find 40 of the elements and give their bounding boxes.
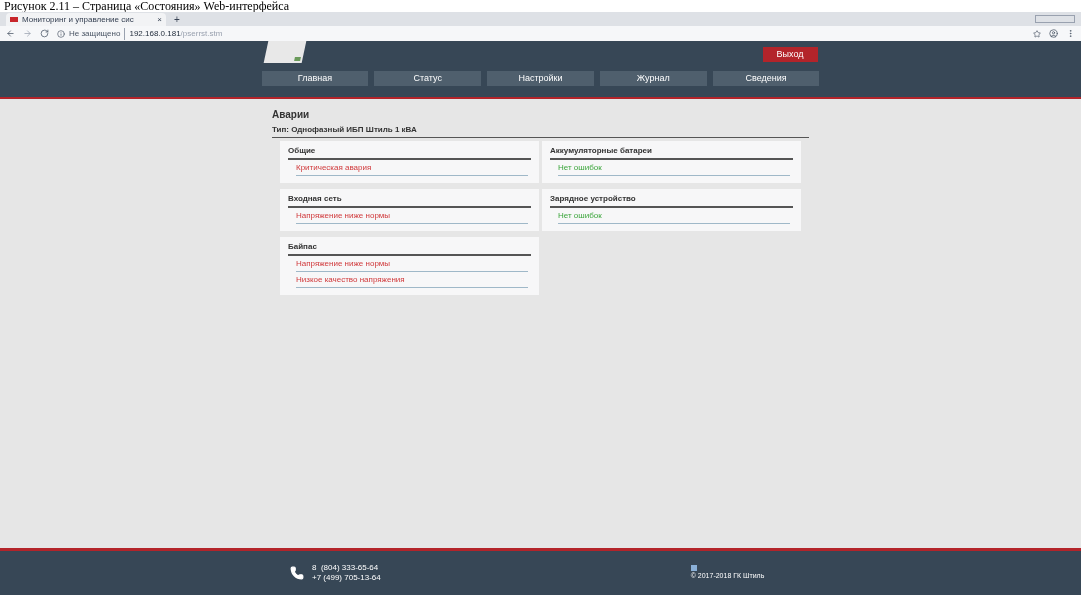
forward-icon[interactable]: [23, 29, 32, 38]
menu-icon[interactable]: [1066, 29, 1075, 38]
status-message: Напряжение ниже нормы: [296, 256, 528, 272]
phone-number: +7 (499) 705-13-64: [312, 573, 381, 583]
figure-caption: Рисунок 2.11 – Страница «Состояния» Web-интерфейса: [3, 0, 290, 12]
nav-tab[interactable]: Статус: [374, 71, 482, 86]
nav-tab[interactable]: Сведения: [712, 71, 820, 86]
status-message: Низкое качество напряжения: [296, 272, 528, 288]
group-title: Байпас: [288, 241, 531, 256]
security-label: Не защищено: [69, 27, 126, 40]
bookmark-star-icon[interactable]: [1033, 29, 1041, 38]
url-text: 192.168.0.181/pserrst.stm: [129, 27, 223, 40]
status-message: Критическая авария: [296, 160, 528, 176]
browser-tab[interactable]: Мониторинг и управление сис ×: [6, 13, 166, 26]
nav-tab[interactable]: Журнал: [599, 71, 707, 86]
tab-close-button[interactable]: ×: [157, 13, 162, 26]
reload-icon[interactable]: [40, 29, 49, 38]
group-title: Входная сеть: [288, 193, 531, 208]
logout-button[interactable]: Выход: [762, 47, 818, 62]
nav-tab[interactable]: Главная: [261, 71, 369, 86]
profile-icon[interactable]: [1049, 29, 1058, 38]
group-title: Аккумуляторные батареи: [550, 145, 793, 160]
logo-drawing: [263, 41, 306, 63]
nav-tab[interactable]: Настройки: [487, 71, 594, 86]
page-subtitle: Тип: Однофазный ИБП Штиль 1 кВА: [272, 124, 809, 138]
back-icon[interactable]: [6, 29, 15, 38]
tab-title: Мониторинг и управление сис: [22, 13, 135, 26]
tab-logo-icon: [10, 17, 18, 22]
status-message: Напряжение ниже нормы: [296, 208, 528, 224]
group-title: Общие: [288, 145, 531, 160]
phone-icon: [290, 566, 304, 580]
broken-image-icon: [690, 564, 697, 571]
new-tab-button[interactable]: +: [174, 14, 180, 26]
info-icon: [57, 29, 65, 38]
phone-number: 8 (804) 333-65-64: [312, 563, 380, 573]
status-message: Нет ошибок: [558, 160, 790, 176]
page-title: Аварии: [272, 108, 311, 122]
status-message: Нет ошибок: [558, 208, 790, 224]
address-bar[interactable]: Не защищено 192.168.0.181/pserrst.stm: [57, 27, 223, 40]
group-title: Зарядное устройство: [550, 193, 793, 208]
